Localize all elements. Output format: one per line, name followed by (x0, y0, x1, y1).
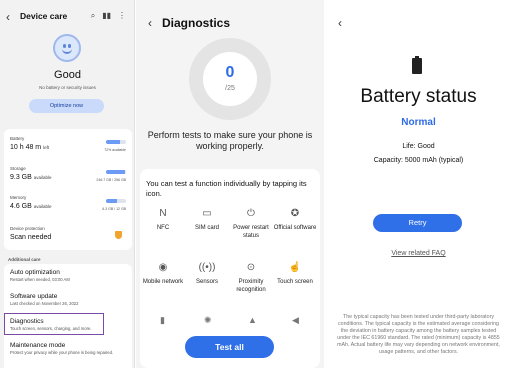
function-icon[interactable]: ▮ (160, 315, 165, 326)
function-label: Sensors (195, 279, 218, 285)
memory-bar-fill (106, 199, 117, 203)
battery-icon (412, 56, 422, 74)
maintenance-mode-title: Maintenance mode (10, 342, 66, 349)
back-icon[interactable]: ‹ (338, 16, 342, 30)
auto-optimization-title: Auto optimization (10, 269, 60, 276)
software-update-title: Software update (10, 293, 58, 300)
score-total: /25 (225, 85, 235, 92)
function-icon[interactable]: ✺ (204, 315, 212, 326)
toolbar-icons: ⌕ ▮▮ ⋮ (91, 11, 126, 21)
function-label: Official software (273, 225, 317, 231)
diagnostics-description: Perform tests to make sure your phone is… (147, 130, 313, 151)
memory-note: 6.3 GB / 12 GB (102, 207, 126, 211)
device-status-subtitle: No battery or security issues (39, 85, 96, 90)
page-title: Diagnostics (162, 16, 231, 30)
device-stats-card: Battery 10 h 48 m left 72% available Stor… (4, 129, 132, 250)
diagnostics-panel: ‹ Diagnostics 0 /25 Perform tests to mak… (136, 0, 324, 368)
device-protection-row[interactable]: Device protection Scan needed (10, 226, 126, 241)
memory-bar (106, 199, 126, 203)
software-update-desc: Last checked on November 26, 2022 (10, 301, 79, 306)
battery-unit: left (43, 145, 50, 150)
function-label: NFC (156, 225, 170, 231)
stats-icon[interactable]: ▮▮ (102, 11, 111, 21)
battery-bar (106, 140, 126, 144)
function-label: Proximity recognition (236, 279, 266, 293)
capacity-disclaimer: The typical capacity has been tested und… (337, 314, 500, 355)
storage-row[interactable]: Storage 9.3 GB available 246.7 GB / 256 G… (10, 166, 126, 182)
function-power[interactable]: ⏻ Power restart status (229, 207, 273, 240)
page-title: Device care (20, 11, 68, 21)
battery-status-panel: ‹ Battery status Normal Life: Good Capac… (325, 0, 512, 368)
function-test-hint: You can test a function individually by … (146, 179, 307, 198)
view-related-faq-link[interactable]: View related FAQ (325, 250, 512, 257)
battery-row[interactable]: Battery 10 h 48 m left 72% available (10, 136, 126, 152)
diagnostics-highlight (4, 313, 104, 335)
function-label: Mobile network (142, 279, 184, 285)
back-icon[interactable]: ‹ (148, 16, 152, 30)
proximity-icon: ⊙ (246, 262, 256, 273)
device-protection-value: Scan needed (10, 234, 52, 241)
software-update-item[interactable]: Software update Last checked on November… (10, 293, 126, 306)
battery-capacity: Capacity: 5000 mAh (typical) (373, 157, 464, 164)
maintenance-mode-desc: Protect your privacy while your phone is… (10, 350, 114, 355)
nfc-icon: N (159, 208, 167, 219)
maintenance-mode-item[interactable]: Maintenance mode Protect your privacy wh… (10, 342, 126, 355)
score-ring: 0 /25 (189, 38, 271, 120)
additional-care-heading: Additional care (8, 257, 41, 262)
memory-value: 4.6 GB (10, 203, 32, 210)
device-protection-label: Device protection (10, 226, 45, 231)
storage-note: 246.7 GB / 256 GB (96, 178, 126, 182)
battery-note: 72% available (104, 148, 126, 152)
shield-warning-icon (115, 231, 122, 239)
storage-bar-fill (106, 170, 126, 174)
battery-value: 10 h 48 m (10, 144, 42, 151)
memory-row[interactable]: Memory 4.6 GB available 6.3 GB / 12 GB (10, 195, 126, 211)
sensors-icon: ((•)) (198, 262, 216, 273)
software-badge-icon: ✪ (290, 208, 300, 219)
battery-status-value: Normal (401, 117, 436, 128)
touch-screen-icon: ☝ (288, 262, 302, 273)
function-mobile-network[interactable]: ◉ Mobile network (141, 261, 185, 287)
sim-card-icon: ▭ (202, 208, 212, 219)
back-icon[interactable]: ‹ (6, 10, 10, 24)
page-title: Battery status (360, 86, 477, 107)
function-label: SIM card (194, 225, 219, 231)
smiley-face-icon (53, 34, 81, 62)
function-sensors[interactable]: ((•)) Sensors (185, 261, 229, 287)
function-nfc[interactable]: N NFC (141, 207, 185, 233)
score-value: 0 (225, 64, 235, 81)
device-care-panel: ‹ Device care ⌕ ▮▮ ⋮ Good No battery or … (0, 0, 135, 368)
optimize-now-button[interactable]: Optimize now (29, 99, 104, 113)
function-label: Touch screen (277, 279, 313, 285)
function-software-badge[interactable]: ✪ Official software (273, 207, 317, 233)
power-icon: ⏻ (247, 208, 255, 219)
battery-life: Life: Good (402, 143, 435, 150)
mobile-network-icon: ◉ (158, 262, 168, 273)
more-options-icon[interactable]: ⋮ (118, 11, 126, 21)
storage-bar (106, 170, 126, 174)
function-touch-screen[interactable]: ☝ Touch screen (273, 261, 317, 287)
storage-unit: available (33, 175, 52, 180)
function-proximity[interactable]: ⊙ Proximity recognition (229, 261, 273, 294)
auto-optimization-desc: Restart when needed, 03:00 AM (10, 277, 70, 282)
function-sim-card[interactable]: ▭ SIM card (185, 207, 229, 233)
function-icon[interactable]: ▲ (248, 315, 257, 325)
device-status: Good (54, 69, 81, 81)
function-label: Power restart status (233, 225, 269, 239)
memory-unit: available (33, 204, 52, 209)
battery-bar-fill (106, 140, 121, 144)
retry-button[interactable]: Retry (373, 214, 462, 232)
storage-value: 9.3 GB (10, 174, 32, 181)
auto-optimization-item[interactable]: Auto optimization Restart when needed, 0… (10, 269, 126, 282)
search-icon[interactable]: ⌕ (91, 11, 95, 21)
test-all-button[interactable]: Test all (185, 336, 274, 358)
speaker-icon[interactable]: ◀ (292, 315, 299, 326)
